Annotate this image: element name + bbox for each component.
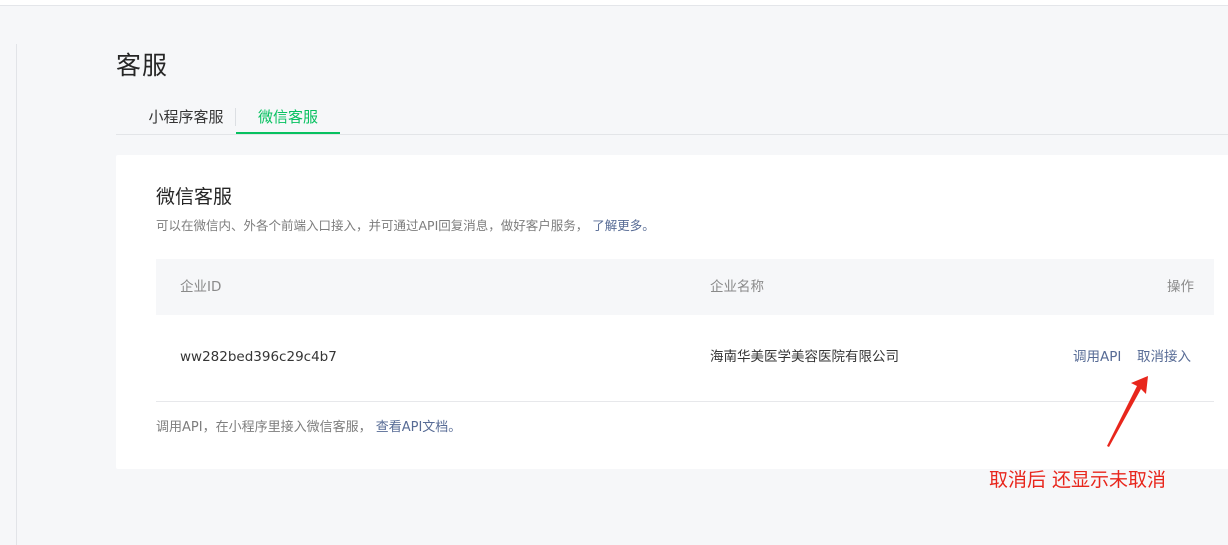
column-header-actions: 操作: [1167, 279, 1194, 295]
annotation-note: 取消后 还显示未取消: [989, 469, 1167, 491]
enterprise-id-cell: ww282bed396c29c4b7: [180, 349, 337, 365]
column-header-enterprise-id: 企业ID: [180, 279, 222, 295]
card-title: 微信客服: [156, 186, 233, 208]
learn-more-link[interactable]: 了解更多。: [592, 218, 655, 233]
card-description: 可以在微信内、外各个前端入口接入，并可通过API回复消息，做好客户服务， 了解更…: [156, 215, 655, 234]
enterprise-name-cell: 海南华美医学美容医院有限公司: [710, 349, 899, 365]
annotation-arrow-icon: [1107, 376, 1148, 447]
view-api-docs-link[interactable]: 查看API文档。: [376, 420, 462, 435]
tab-wechat-service[interactable]: 微信客服: [236, 99, 340, 134]
description-text: 可以在微信内、外各个前端入口接入，并可通过API回复消息，做好客户服务，: [156, 218, 589, 233]
tab-miniprogram-service[interactable]: 小程序客服: [136, 99, 236, 134]
table-row: ww282bed396c29c4b7 海南华美医学美容医院有限公司 调用API …: [156, 315, 1214, 402]
page-title: 客服: [116, 51, 169, 80]
card-footer: 调用API，在小程序里接入微信客服， 查看API文档。: [156, 416, 461, 435]
top-bar: [0, 0, 1228, 6]
column-header-enterprise-name: 企业名称: [710, 279, 764, 295]
table-header: 企业ID 企业名称 操作: [156, 259, 1214, 315]
footer-text: 调用API，在小程序里接入微信客服，: [156, 420, 372, 435]
tab-bar: 小程序客服 微信客服: [116, 99, 1228, 135]
wechat-service-card: 微信客服 可以在微信内、外各个前端入口接入，并可通过API回复消息，做好客户服务…: [116, 155, 1228, 469]
sidebar-divider: [16, 44, 17, 545]
